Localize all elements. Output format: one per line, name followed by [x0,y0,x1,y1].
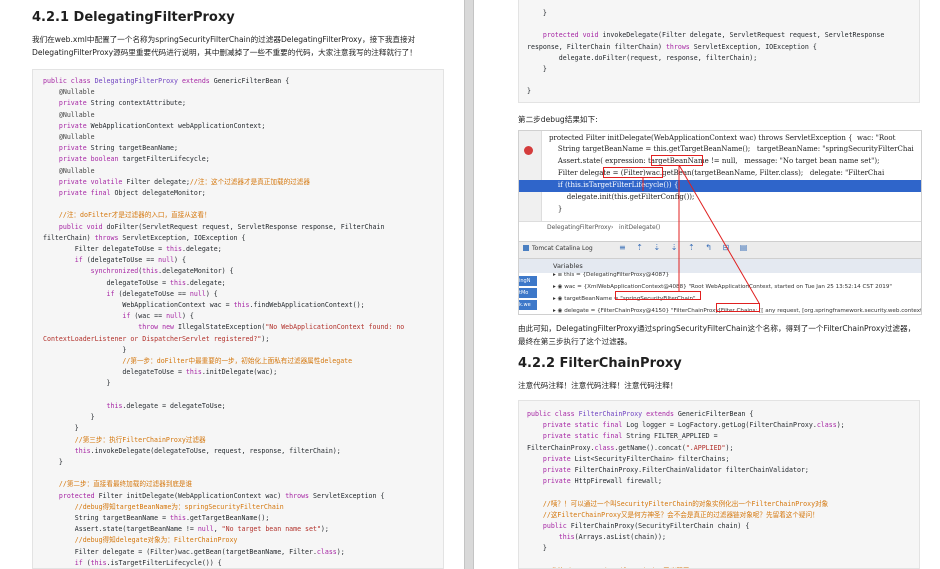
right-page: } protected void invokeDelegate(Filter d… [474,0,940,569]
note-line: 注意代码注释！注意代码注释！注意代码注释！ [518,381,678,390]
code-block: public class DelegatingFilterProxy exten… [32,69,444,569]
source-code-continued: } protected void invokeDelegate(Filter d… [527,9,885,96]
debug-caption: 第二步debug结果如下: [518,115,598,124]
source-code: public class DelegatingFilterProxy exten… [43,77,405,567]
section-heading-2: 4.2.2 FilterChainProxy [518,356,682,371]
intro-line-1: 我们在web.xml中配置了一个名称为springSecurityFilterC… [32,35,416,44]
arrow-line-2 [678,164,760,304]
intro-line-2: DelegatingFilterProxy源码里重要代码进行说明，其中删减掉了一… [32,48,417,57]
left-page: 4.2.1 DelegatingFilterProxy 我们在web.xml中配… [0,0,464,569]
code-block-top: } protected void invokeDelegate(Filter d… [518,0,920,103]
filterchainproxy-code: public class FilterChainProxy extends Ge… [527,410,845,568]
result-line-1: 由此可知，DelegatingFilterProxy通过springSecuri… [518,324,916,333]
section-heading: 4.2.1 DelegatingFilterProxy [32,10,235,25]
page-gutter [464,0,474,569]
result-line-2: 最终在第三步执行了这个过滤器。 [518,337,632,346]
debug-screenshot: protected Filter initDelegate(WebApplica… [518,130,922,315]
annotation-arrows [642,164,760,304]
code-block-2: public class FilterChainProxy extends Ge… [518,400,920,569]
